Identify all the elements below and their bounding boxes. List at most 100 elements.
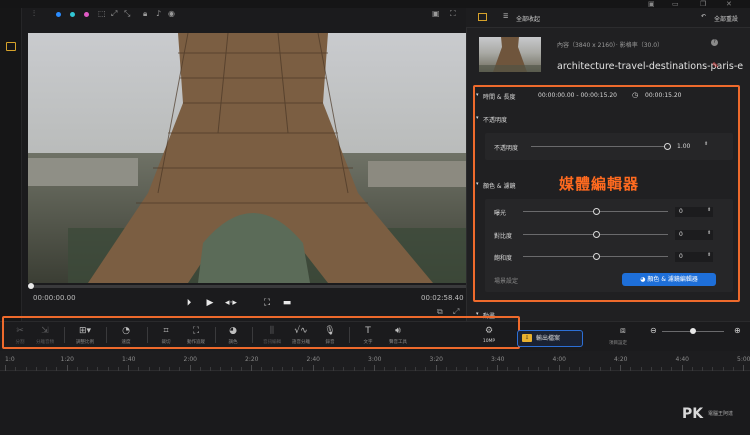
ruler-major-tick [5, 365, 6, 371]
ruler-minor-tick [148, 367, 150, 371]
ruler-label: 2:40 [306, 356, 320, 363]
info-icon[interactable]: ? [711, 39, 718, 46]
ruler-major-tick [66, 365, 68, 371]
restore-icon[interactable]: ❐ [700, 0, 706, 8]
ruler-label: 3:00 [368, 356, 382, 363]
tab-reset-all[interactable]: 全部重設 [714, 14, 738, 23]
snapshot-icon[interactable]: ▣ [432, 9, 440, 19]
zoom-in-icon[interactable]: ⊕ [734, 326, 741, 335]
playback-scrubber[interactable] [28, 285, 466, 288]
audio-icon[interactable]: ♪ [156, 9, 161, 19]
project-settings-icon[interactable]: ⧈ [620, 326, 626, 336]
ruler-minor-tick [87, 367, 88, 371]
detach-audio-tool[interactable]: ⇲ 分離音頻 [30, 326, 60, 345]
fullscreen-preview-icon[interactable]: ⛶ [261, 297, 273, 309]
ruler-minor-tick [35, 367, 37, 371]
prev-frame-icon[interactable]: ⏵︎ [183, 297, 195, 309]
play-icon[interactable]: ▶ [204, 297, 216, 309]
ruler-minor-tick [425, 367, 427, 371]
ruler-minor-tick [466, 367, 468, 371]
settings-icon: ⚙ [484, 326, 494, 336]
fullscreen-icon[interactable]: ⛶ [450, 9, 456, 19]
saturation-slider-handle[interactable] [593, 253, 600, 260]
reset-icon[interactable]: ↶ [701, 13, 706, 20]
speed-tool[interactable]: ◔ 速度 [111, 326, 141, 345]
stepper-icon[interactable]: ⬍ [707, 230, 711, 236]
ruler-minor-tick [15, 367, 17, 371]
detach-icon: ⇲ [41, 326, 49, 336]
saturation-label: 飽和度 [494, 255, 513, 262]
zoom-out-icon[interactable]: ⊖ [650, 326, 657, 335]
stepper-icon[interactable]: ⬍ [704, 141, 708, 147]
settings-tool[interactable]: ⚙ 10MP [474, 326, 504, 344]
record-tool[interactable]: 🎙︎ 錄音 [315, 326, 345, 345]
chevron-down-icon[interactable]: ▾ [476, 115, 479, 121]
audio-edit-tool[interactable]: ⫼ 音訊編輯 [257, 326, 287, 345]
contrast-slider-handle[interactable] [593, 231, 600, 238]
text-label: 文字 [363, 340, 373, 345]
edit-name-icon[interactable]: ✎ [712, 61, 719, 70]
panel-toggle-icon[interactable] [6, 42, 16, 51]
stepper-icon[interactable]: ⬍ [707, 252, 711, 258]
stepper-icon[interactable]: ⬍ [707, 207, 711, 213]
ruler-minor-tick [650, 367, 652, 371]
ruler-major-tick [558, 365, 560, 371]
player-toolbar [28, 8, 466, 32]
tab-collapse-all[interactable]: 全部收起 [516, 14, 540, 23]
audio-tool[interactable]: 🔊︎ 聲音工具 [383, 326, 413, 345]
ruler-label: 3:20 [429, 356, 443, 363]
chevron-down-icon[interactable]: ▾ [476, 181, 479, 187]
crop-frame-icon[interactable]: ⬚ [98, 9, 106, 19]
voice-split-tool[interactable]: √∿ 語音分離 [286, 326, 316, 345]
panel-icon[interactable] [478, 13, 487, 21]
scrubber-handle[interactable] [28, 283, 34, 289]
close-icon[interactable]: ✕ [726, 0, 732, 8]
detach-label: 分離音頻 [36, 340, 54, 345]
color-filter-editor-button[interactable]: ◕ 顏色 & 濾鏡編輯器 [622, 273, 716, 286]
color-dot-pink[interactable] [84, 12, 89, 17]
mark-in-out-icon[interactable]: ◂·▸ [225, 297, 237, 309]
text-tool[interactable]: T 文字 [353, 326, 383, 345]
minimize-icon[interactable]: ▣ [648, 0, 655, 8]
ruler-minor-tick [394, 367, 396, 371]
contrast-label: 對比度 [494, 233, 513, 240]
ruler-minor-tick [507, 367, 509, 371]
crop-tool[interactable]: ⌗ 裁切 [151, 326, 181, 345]
monitor-icon[interactable]: ▬ [281, 297, 293, 309]
eye-icon[interactable]: ◉ [168, 9, 175, 19]
ruler-label: 4:40 [675, 356, 689, 363]
color-tool[interactable]: ◕ 調色 [218, 326, 248, 345]
ruler-minor-tick [292, 367, 293, 371]
ruler-minor-tick [179, 367, 181, 371]
chevron-down-icon[interactable]: ▾ [476, 92, 479, 98]
color-label: 調色 [228, 340, 238, 345]
lock-icon[interactable]: 🔒︎ [143, 9, 147, 19]
clock-icon: ◷ [632, 91, 639, 99]
toolbar-divider [252, 327, 253, 343]
resize-icon[interactable]: ⤢ [111, 9, 117, 19]
watermark-caption: 電腦王阿達 [708, 411, 734, 417]
aspect-tool[interactable]: ⊞▾ 調整比例 [70, 326, 100, 345]
ruler-minor-tick [732, 367, 734, 371]
maximize-icon[interactable]: ▭ [672, 0, 679, 8]
video-preview[interactable] [28, 33, 466, 283]
aspect-icon: ⊞▾ [78, 326, 92, 336]
speed-icon: ◔ [122, 326, 130, 336]
motion-track-tool[interactable]: ⛶ 動作追蹤 [181, 326, 211, 345]
video-editor-window: ▣ ▭ ❐ ✕ ⫶ ⬚ ⤢ ⤡ 🔒︎ ♪ ◉ ▣ ⛶ 00:00:00.00 0… [0, 0, 750, 435]
zoom-slider-handle[interactable] [690, 328, 696, 334]
ruler-minor-tick [363, 367, 365, 371]
ruler-minor-tick [445, 367, 447, 371]
opacity-slider[interactable] [531, 146, 668, 147]
color-dot-cyan[interactable] [70, 12, 75, 17]
exposure-slider-handle[interactable] [593, 208, 600, 215]
color-dot-blue[interactable] [56, 12, 61, 17]
ruler-major-tick [620, 365, 621, 371]
resize-alt-icon[interactable]: ⤡ [124, 9, 130, 19]
ruler-minor-tick [630, 367, 632, 371]
list-icon[interactable]: ☰ [503, 13, 508, 20]
grid-icon[interactable]: ⫶ [33, 9, 35, 19]
opacity-slider-handle[interactable] [664, 143, 671, 150]
timeline-track-area[interactable] [0, 372, 750, 435]
opacity-value[interactable]: 1.00 [677, 143, 690, 150]
